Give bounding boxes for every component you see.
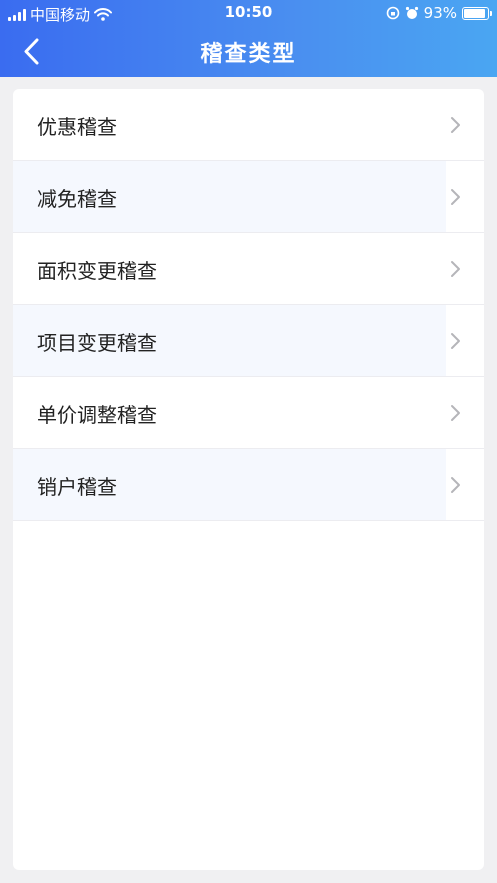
list-item-label: 优惠稽查 [37,115,117,139]
alarm-icon [405,6,418,19]
chevron-right-icon [451,261,460,277]
chevron-right-icon [451,477,460,493]
list-item-label: 销户稽查 [37,475,117,499]
nav-bar: 稽查类型 [0,26,497,77]
list-item-label: 减免稽查 [37,187,117,211]
list-item-label: 单价调整稽查 [37,403,157,427]
status-bar: 中国移动 10:50 93% [0,0,497,26]
list-item-account-close-audit[interactable]: 销户稽查 [13,449,484,521]
app-header: 中国移动 10:50 93% 稽查类型 [0,0,497,77]
page-title: 稽查类型 [200,42,297,67]
chevron-right-icon [451,405,460,421]
battery-percent: 93% [423,4,457,22]
audit-type-list: 优惠稽查 减免稽查 面积变更稽查 项目变更稽查 单价调整稽查 销户稽查 [13,89,484,870]
list-item-exemption-audit[interactable]: 减免稽查 [13,161,484,233]
list-item-unit-price-audit[interactable]: 单价调整稽查 [13,377,484,449]
battery-fill [464,8,486,18]
list-item-label: 面积变更稽查 [37,259,157,283]
list-item-area-change-audit[interactable]: 面积变更稽查 [13,233,484,305]
list-item-label: 项目变更稽查 [37,331,157,355]
rotation-lock-icon [386,6,399,20]
list-item-project-change-audit[interactable]: 项目变更稽查 [13,305,484,377]
status-right: 93% [386,4,492,22]
chevron-right-icon [451,189,460,205]
chevron-right-icon [451,117,460,133]
battery-icon [462,6,492,20]
chevron-right-icon [451,333,460,349]
list-item-discount-audit[interactable]: 优惠稽查 [13,89,484,161]
